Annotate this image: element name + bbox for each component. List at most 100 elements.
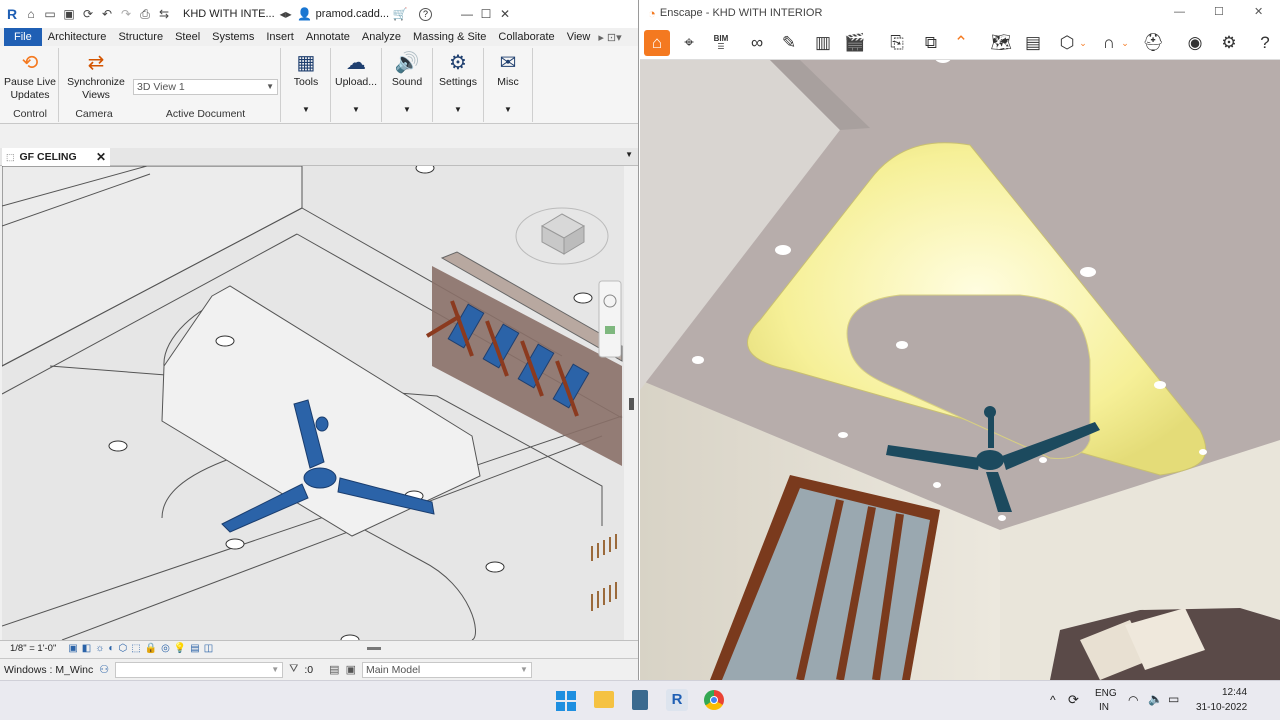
battery-icon[interactable]: ▭: [1168, 692, 1179, 706]
vertical-scrollbar[interactable]: [626, 166, 638, 640]
map-icon[interactable]: 🗺: [988, 30, 1014, 56]
undo-icon[interactable]: ↶: [99, 7, 115, 21]
revit-3d-viewport[interactable]: [2, 166, 624, 640]
tab-insert[interactable]: Insert: [260, 28, 300, 46]
tab-massing-site[interactable]: Massing & Site: [407, 28, 492, 46]
tab-view[interactable]: View: [561, 28, 597, 46]
user-name[interactable]: pramod.cadd...: [316, 8, 389, 20]
scrollbar-thumb[interactable]: [629, 398, 634, 410]
wifi-icon[interactable]: ◠: [1128, 693, 1138, 707]
active-document-select[interactable]: 3D View 1 ▼: [133, 79, 278, 95]
measure-icon[interactable]: ⇆: [156, 7, 172, 21]
ceiling-3d-drawing: [2, 166, 624, 640]
tab-collaborate[interactable]: Collaborate: [492, 28, 560, 46]
buildings-icon[interactable]: ▥: [810, 30, 836, 56]
binoculars-icon[interactable]: ∞: [744, 30, 770, 56]
misc-button[interactable]: ✉ Misc ▼: [484, 46, 532, 124]
tab-steel[interactable]: Steel: [169, 28, 206, 46]
tab-annotate[interactable]: Annotate: [300, 28, 356, 46]
minimize-icon[interactable]: —: [1174, 6, 1185, 18]
collapse-icon[interactable]: ⌃: [948, 30, 974, 56]
help-icon[interactable]: ?: [1252, 30, 1278, 56]
help-button[interactable]: ?: [419, 7, 433, 21]
shadows-icon[interactable]: ◐: [108, 643, 114, 654]
render-export-icon[interactable]: ⎘: [884, 30, 910, 56]
bim-icon[interactable]: BIM ☰: [708, 30, 734, 56]
batch-render-icon[interactable]: ⧉: [918, 30, 944, 56]
analytical-icon[interactable]: ◫: [204, 643, 213, 654]
panorama-icon[interactable]: ▤: [1020, 30, 1046, 56]
worksharing-icon[interactable]: ⚇: [99, 663, 109, 676]
tab-file[interactable]: File: [4, 28, 42, 46]
user-icon[interactable]: 👤: [297, 7, 313, 21]
settings-button[interactable]: ⚙ Settings ▼: [433, 46, 483, 124]
scale-label[interactable]: 1/8" = 1'-0": [10, 643, 56, 654]
filter-icon[interactable]: ⛛: [289, 663, 298, 676]
print-icon[interactable]: ⎙: [137, 7, 153, 22]
tab-menu-icon[interactable]: ▼: [625, 150, 633, 159]
settings-icon[interactable]: ⚙: [1216, 30, 1242, 56]
onedrive-icon[interactable]: ⟳: [1068, 692, 1079, 708]
location-icon[interactable]: ⌖: [676, 30, 702, 56]
show-hidden-icons[interactable]: ^: [1050, 693, 1056, 707]
tab-architecture[interactable]: Architecture: [42, 28, 113, 46]
revit-taskbar-icon[interactable]: R: [666, 689, 688, 711]
revit-logo[interactable]: R: [4, 6, 20, 22]
redo-icon[interactable]: ↷: [118, 7, 134, 21]
open-icon[interactable]: ▭: [42, 7, 58, 21]
maximize-icon[interactable]: ☐: [478, 7, 494, 21]
temp-view-props-icon[interactable]: ▤: [190, 643, 199, 654]
sync-central-icon[interactable]: ⟳: [80, 7, 96, 21]
design-option-select[interactable]: Main Model ▼: [361, 661, 532, 678]
clock-time[interactable]: 12:44: [1222, 687, 1247, 698]
language-top[interactable]: ENG: [1095, 688, 1117, 699]
switch-windows-icon[interactable]: ◂▸: [278, 7, 294, 21]
volume-icon[interactable]: 🔈: [1148, 692, 1163, 706]
lock-view-icon[interactable]: 🔒: [145, 643, 157, 654]
sun-path-icon[interactable]: ☼: [95, 643, 104, 654]
maximize-icon[interactable]: ☐: [1214, 5, 1224, 18]
crop-view-icon[interactable]: ⬚: [131, 643, 140, 654]
file-explorer-icon[interactable]: [594, 691, 614, 708]
sound-button[interactable]: 🔊 Sound ▼: [382, 46, 432, 124]
design-options-icon[interactable]: ▤: [329, 663, 339, 676]
home-icon[interactable]: ⌂: [23, 7, 39, 21]
tools-button[interactable]: ▦ Tools ▼: [282, 46, 330, 124]
calculator-icon[interactable]: [632, 690, 648, 710]
view-tab-gf-celing[interactable]: ⬚ GF CELING ✕: [2, 148, 110, 166]
eye-icon[interactable]: ◉: [1182, 30, 1208, 56]
home-icon[interactable]: ⌂: [644, 30, 670, 56]
tab-overflow-icon[interactable]: ▸ ⊡▾: [598, 31, 621, 44]
minimize-icon[interactable]: —: [459, 7, 475, 21]
workset-select[interactable]: ▼: [115, 661, 284, 678]
vr-headset-icon[interactable]: ⛑: [1140, 30, 1166, 56]
detail-level-icon[interactable]: ▣: [68, 643, 77, 654]
pen-icon[interactable]: ✎: [776, 30, 802, 56]
close-icon[interactable]: ✕: [497, 7, 513, 21]
tab-analyze[interactable]: Analyze: [356, 28, 407, 46]
archway-dropdown-icon[interactable]: ⌄: [1119, 30, 1131, 56]
clock-date[interactable]: 31-10-2022: [1196, 702, 1247, 713]
revit-window: R ⌂ ▭ ▣ ⟳ ↶ ↷ ⎙ ⇆ KHD WITH INTE... ◂▸ 👤 …: [0, 0, 639, 680]
clapper-icon[interactable]: 🎬: [842, 30, 868, 56]
render-icon[interactable]: ⬡: [118, 643, 127, 654]
save-icon[interactable]: ▣: [61, 7, 77, 21]
view-tab-bar: ⬚ GF CELING ✕ ▼: [0, 148, 638, 166]
hscroll-icon[interactable]: [367, 647, 382, 650]
chrome-icon[interactable]: [704, 690, 724, 710]
hide-isolate-icon[interactable]: ◎: [161, 643, 170, 654]
tab-systems[interactable]: Systems: [206, 28, 260, 46]
start-button[interactable]: [556, 691, 576, 711]
reveal-hidden-icon[interactable]: 💡: [174, 643, 186, 654]
language-bottom[interactable]: IN: [1099, 702, 1109, 713]
enscape-render-viewport[interactable]: [640, 53, 1280, 680]
visual-style-icon[interactable]: ◧: [82, 643, 91, 654]
upload-button[interactable]: ☁ Upload... ▼: [331, 46, 381, 124]
cart-icon[interactable]: 🛒: [392, 7, 408, 21]
navigation-bar[interactable]: [598, 280, 622, 358]
tab-structure[interactable]: Structure: [112, 28, 169, 46]
cube-dropdown-icon[interactable]: ⌄: [1077, 30, 1089, 56]
close-icon[interactable]: ✕: [1254, 5, 1263, 18]
editable-only-icon[interactable]: ▣: [346, 663, 356, 676]
close-tab-icon[interactable]: ✕: [96, 150, 106, 164]
